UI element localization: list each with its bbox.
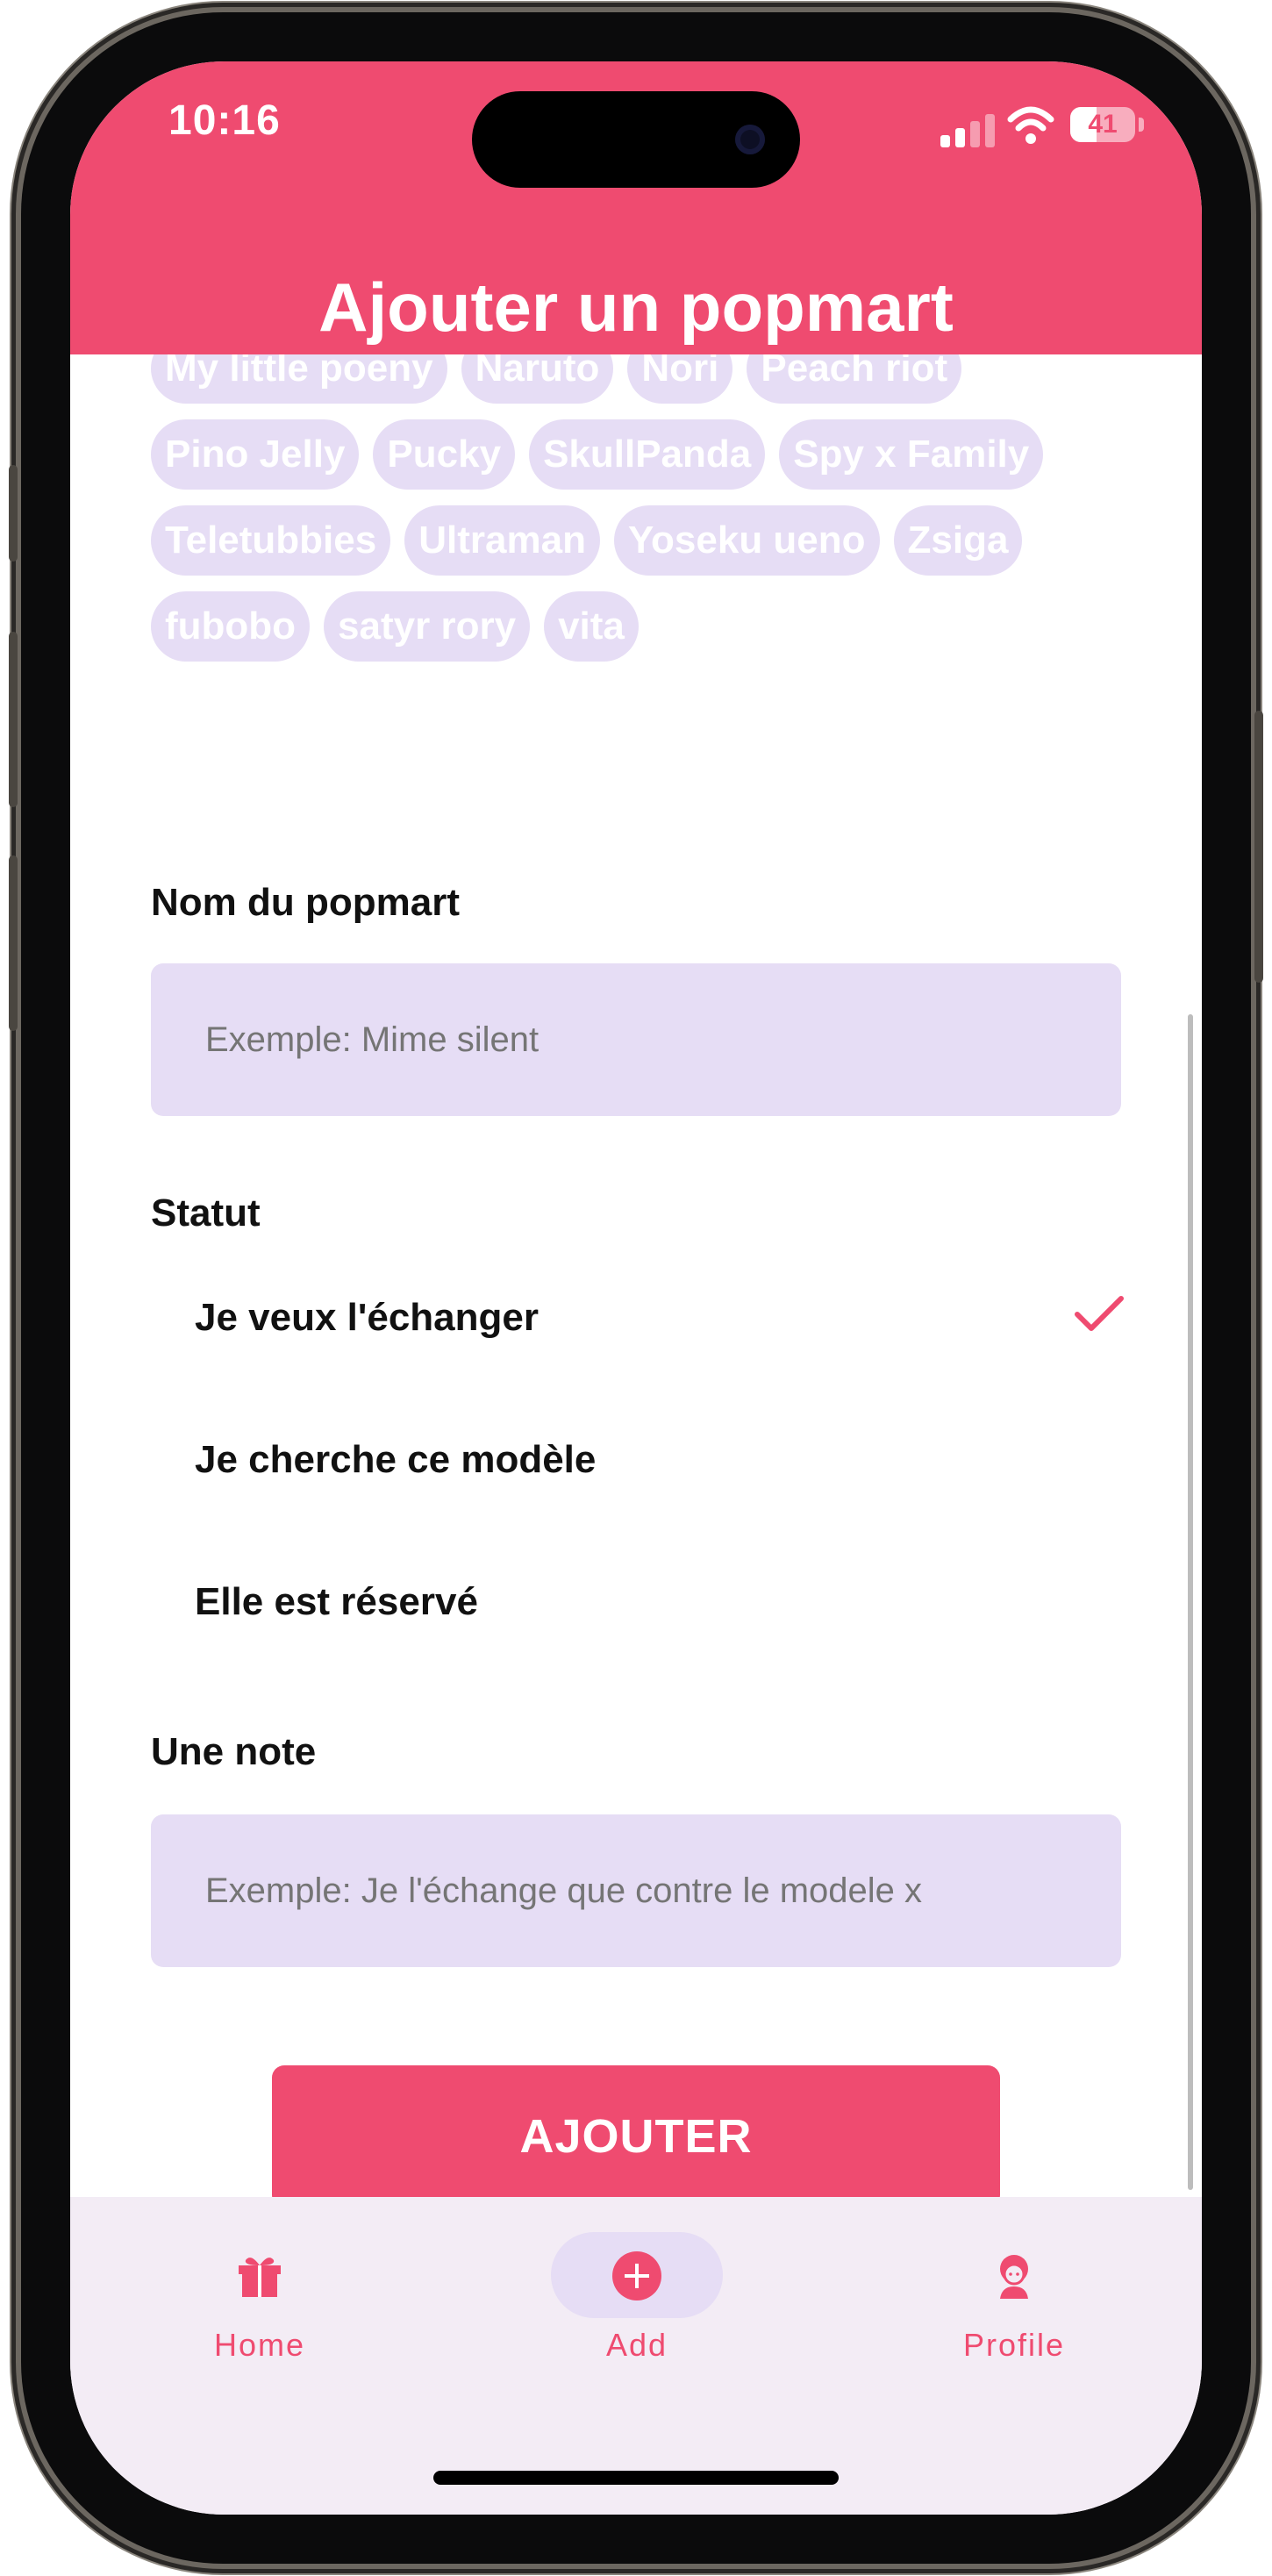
series-chip[interactable]: Teletubbies — [151, 505, 391, 576]
series-chip[interactable]: Yoseku ueno — [613, 505, 880, 576]
battery-icon: 41 — [1070, 107, 1135, 142]
nav-label-add: Add — [605, 2327, 668, 2363]
series-chip[interactable]: vita — [544, 591, 639, 662]
gift-icon — [239, 2258, 281, 2297]
nav-item-add[interactable]: Add — [505, 2197, 768, 2372]
status-option-reserved[interactable]: Elle est réservé — [195, 1549, 1125, 1655]
volume-down-button — [9, 855, 18, 1031]
action-button — [9, 465, 18, 562]
add-circle-icon — [612, 2251, 661, 2301]
status-option-label: Je cherche ce modèle — [195, 1438, 597, 1481]
series-chip[interactable]: Spy x Family — [779, 419, 1044, 490]
add-button[interactable]: AJOUTER — [272, 2065, 1000, 2207]
page-title: Ajouter un popmart — [318, 268, 954, 346]
app-header: 10:16 41 Ajouter un popmart — [70, 61, 1202, 354]
nav-label-home: Home — [213, 2327, 306, 2363]
series-chip[interactable]: fubobo — [151, 591, 311, 662]
series-chip[interactable]: Naruto — [461, 354, 614, 404]
dynamic-island — [472, 91, 800, 188]
wifi-icon — [1007, 106, 1054, 144]
series-chip[interactable]: My little poeny — [151, 354, 447, 404]
volume-up-button — [9, 632, 18, 807]
series-chip[interactable]: Pucky — [373, 419, 516, 490]
nav-item-home[interactable]: Home — [128, 2197, 391, 2372]
status-option-label: Je veux l'échanger — [195, 1296, 540, 1339]
battery-cap — [1139, 118, 1144, 132]
scrollbar[interactable] — [1188, 1014, 1193, 2190]
series-chip[interactable]: Ultraman — [404, 505, 600, 576]
note-label: Une note — [151, 1730, 317, 1773]
app-screen: 10:16 41 Ajouter un popmart My little po… — [70, 61, 1202, 2515]
status-option-exchange[interactable]: Je veux l'échanger — [195, 1265, 1125, 1370]
series-chip-list: My little poeny Naruto Nori Peach riot Pino … — [151, 354, 1116, 662]
checkmark-icon — [1075, 1296, 1124, 1331]
series-chip[interactable]: Zsiga — [893, 505, 1023, 576]
signal-icon — [940, 112, 997, 147]
power-button — [1254, 711, 1263, 983]
home-indicator[interactable] — [433, 2471, 839, 2485]
note-input[interactable] — [151, 1814, 1121, 1967]
status-time: 10:16 — [168, 97, 281, 144]
camera-icon — [735, 125, 765, 154]
name-label: Nom du popmart — [151, 881, 460, 924]
battery-percent: 41 — [1088, 110, 1118, 139]
status-label: Statut — [151, 1191, 261, 1234]
name-input[interactable] — [151, 963, 1121, 1116]
form-content[interactable]: My little poeny Naruto Nori Peach riot Pino … — [70, 354, 1202, 2267]
series-chip[interactable]: satyr rory — [324, 591, 531, 662]
series-chip[interactable]: Peach riot — [747, 354, 962, 404]
series-chip[interactable]: SkullPanda — [529, 419, 766, 490]
series-chip[interactable]: Nori — [627, 354, 733, 404]
nav-item-profile[interactable]: Profile — [883, 2197, 1146, 2372]
nav-label-profile: Profile — [962, 2327, 1066, 2363]
status-option-search[interactable]: Je cherche ce modèle — [195, 1407, 1125, 1513]
series-chip[interactable]: Pino Jelly — [151, 419, 360, 490]
person-icon — [1000, 2255, 1028, 2299]
status-option-label: Elle est réservé — [195, 1580, 478, 1623]
bottom-nav: Home Add Profile — [70, 2197, 1202, 2515]
